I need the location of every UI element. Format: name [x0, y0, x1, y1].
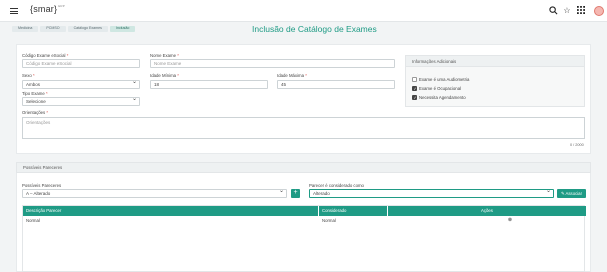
nome-label: Nome Exame * — [150, 53, 179, 58]
apps-grid-icon[interactable] — [576, 6, 586, 16]
col-considerado: Considerado — [319, 206, 388, 216]
delete-icon[interactable]: ⊗ — [507, 217, 513, 223]
add-parecer-button[interactable]: + — [291, 189, 300, 198]
tipo-exame-select[interactable]: Selecione — [22, 97, 140, 106]
audiometria-checkbox[interactable]: Exame é uma Audiometria — [412, 77, 469, 82]
codigo-label: Código Exame eSocial * — [22, 53, 69, 58]
additional-info-panel: Informações Adicionais Exame é uma Audio… — [405, 55, 585, 107]
nome-exame-input[interactable]: Nome Exame — [150, 59, 395, 68]
cell-considerado: Normal — [322, 218, 336, 223]
sexo-label: Sexo * — [22, 73, 35, 78]
app-logo[interactable]: {smar}ERP — [30, 4, 65, 14]
ocupacional-checkbox[interactable]: Exame é Ocupacional — [412, 86, 461, 91]
breadcrumb-item-pcmso[interactable]: PCMSO — [40, 26, 66, 32]
cell-descricao: Normal — [26, 218, 40, 223]
table-row: Normal Normal ⊗ — [23, 217, 586, 224]
search-icon[interactable] — [548, 6, 558, 16]
checkbox-checked[interactable] — [412, 86, 417, 91]
breadcrumb-item-medicina[interactable]: Medicina — [12, 26, 39, 32]
page-title: Inclusão de Catálogo de Exames — [252, 24, 377, 34]
star-icon[interactable]: ☆ — [562, 6, 572, 16]
associate-button[interactable]: ✎ Associar — [557, 189, 586, 198]
menu-icon[interactable] — [10, 8, 18, 14]
orientacoes-label: Orientações * — [22, 110, 49, 115]
checkbox-checked[interactable] — [412, 95, 417, 100]
orientacoes-textarea[interactable]: Orientações — [22, 117, 585, 139]
sexo-select[interactable]: Ambos — [22, 80, 140, 89]
table-header: Descrição Parecer Considerado Ações — [23, 206, 586, 216]
checkbox-unchecked[interactable] — [412, 77, 417, 82]
top-bar: {smar}ERP ☆ — [0, 0, 607, 22]
pareceres-table: Descrição Parecer Considerado Ações Norm… — [22, 205, 586, 272]
col-descricao: Descrição Parecer — [23, 206, 319, 216]
breadcrumb-item-inclusao: Inclusão — [109, 26, 136, 32]
pareceres-select-label: Possíveis Pareceres — [22, 183, 62, 188]
breadcrumb-item-catalogo[interactable]: Catálogo Exames — [67, 26, 108, 32]
consider-label: Parecer é considerado como — [309, 183, 364, 188]
pareceres-section-title: Possíveis Pareceres — [16, 162, 591, 173]
breadcrumb: Medicina PCMSO Catálogo Exames Inclusão — [12, 26, 136, 32]
idade-minima-input[interactable]: 18 — [150, 80, 268, 89]
tipo-exame-label: Tipo Exame * — [22, 91, 48, 96]
additional-info-title: Informações Adicionais — [406, 56, 584, 67]
agendamento-checkbox[interactable]: Necessita Agendamento — [412, 95, 466, 100]
codigo-esocial-input[interactable]: Código Exame eSocial — [22, 59, 140, 68]
pareceres-select[interactable]: A – Alterado — [22, 189, 287, 198]
user-avatar[interactable] — [594, 6, 604, 16]
col-acoes: Ações — [481, 208, 493, 213]
consider-select[interactable]: Alterado — [309, 189, 554, 198]
idade-maxima-label: Idade Máxima * — [277, 73, 307, 78]
char-counter: 0 / 2000 — [570, 143, 584, 147]
idade-minima-label: Idade Mínima * — [150, 73, 179, 78]
idade-maxima-input[interactable]: 45 — [277, 80, 395, 89]
